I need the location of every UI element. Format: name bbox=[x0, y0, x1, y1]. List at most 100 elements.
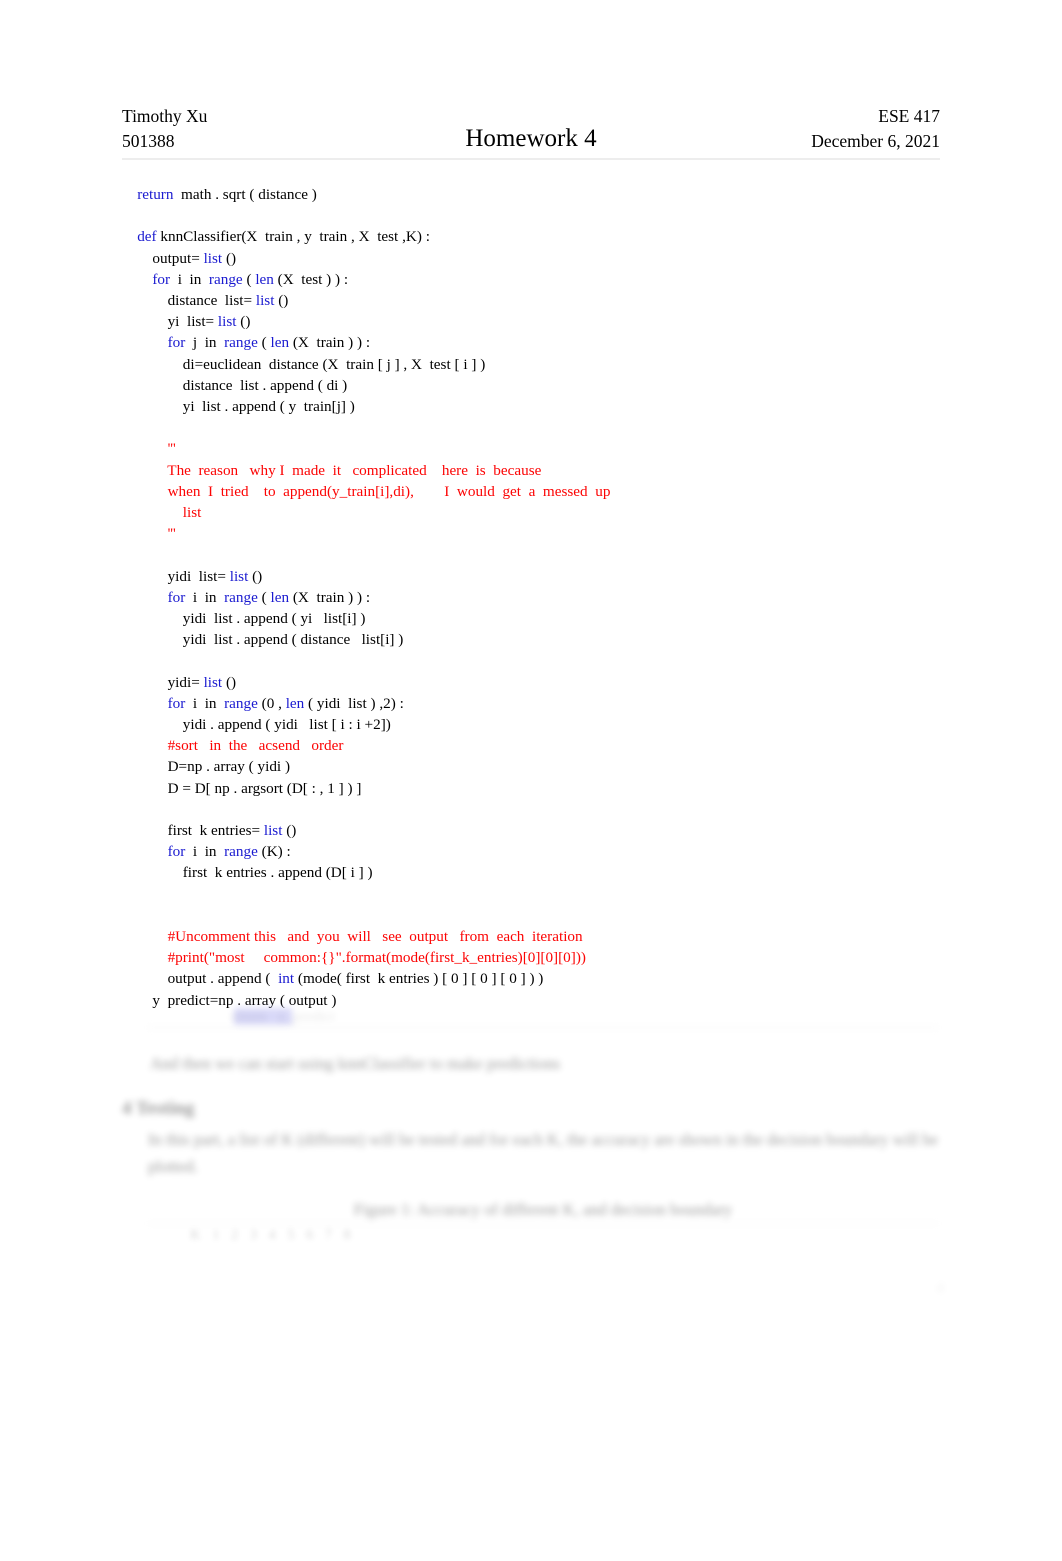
code-token-kw: for bbox=[167, 588, 186, 606]
code-token-plain: yidi list= bbox=[167, 567, 230, 585]
code-token-kw: range bbox=[224, 588, 258, 606]
code-line: ''' bbox=[122, 523, 942, 544]
code-line: when I tried to append(y_train[i],di), I… bbox=[122, 481, 942, 502]
code-line: output . append ( int (mode( first k ent… bbox=[122, 968, 942, 989]
code-token-cm: list bbox=[182, 504, 202, 522]
obscured-body-text: In this part, a list of K (different) wi… bbox=[148, 1130, 938, 1176]
code-token-plain: output= bbox=[152, 249, 204, 267]
code-token-plain: i in bbox=[185, 588, 225, 606]
code-token-plain: di=euclidean distance (X train [ j ] , X… bbox=[182, 355, 486, 373]
code-token-cm: ''' bbox=[167, 440, 176, 458]
code-token-plain: D = D[ np . argsort (D[ : , 1 ] ) ] bbox=[167, 779, 362, 797]
code-token-kw: len bbox=[270, 588, 290, 606]
obscured-rule-top bbox=[148, 1026, 938, 1029]
code-token-plain: () bbox=[236, 313, 251, 331]
code-line: for i in range (K) : bbox=[122, 841, 942, 862]
code-token-plain: ( bbox=[257, 334, 271, 352]
code-line: distance list . append ( di ) bbox=[122, 375, 942, 396]
code-token-plain: () bbox=[222, 673, 237, 691]
code-token-plain: yi list= bbox=[167, 313, 218, 331]
code-token-plain: yidi= bbox=[167, 673, 204, 691]
code-token-kw: len bbox=[255, 270, 274, 288]
code-token-kw: range bbox=[224, 694, 258, 712]
code-token-cm: ''' bbox=[167, 525, 176, 543]
code-token-plain: j in bbox=[185, 334, 225, 352]
code-token-cm: #print("most common:{}".format(mode(firs… bbox=[167, 949, 586, 967]
obscured-section-heading: 4 Testing bbox=[122, 1098, 195, 1119]
code-token-plain: ( yidi list ) ,2) : bbox=[304, 694, 404, 712]
code-token-plain: ( bbox=[242, 270, 256, 288]
code-listing: return math . sqrt ( distance ) def knnC… bbox=[122, 184, 942, 1011]
code-line: #print("most common:{}".format(mode(firs… bbox=[122, 947, 942, 968]
code-token-plain: (X test ) ) : bbox=[273, 270, 349, 288]
code-token-plain: distance list . append ( di ) bbox=[182, 376, 348, 394]
code-token-plain: yi list . append ( y train[j] ) bbox=[182, 398, 355, 416]
code-line: yidi list= list () bbox=[122, 566, 942, 587]
code-line: yidi= list () bbox=[122, 672, 942, 693]
code-token-plain: output . append ( bbox=[167, 970, 279, 988]
code-token-kw: for bbox=[167, 843, 186, 861]
code-token-plain: first k entries . append (D[ i ] ) bbox=[182, 864, 373, 882]
header-right-block: ESE 417 December 6, 2021 bbox=[811, 104, 940, 154]
code-token-plain: (X train ) ) : bbox=[289, 588, 371, 606]
code-token-cm: The reason why I made it complicated her… bbox=[167, 461, 542, 479]
code-line: D=np . array ( yidi ) bbox=[122, 756, 942, 777]
obscured-table-row: K 1 2 3 4 5 6 7 8 bbox=[190, 1227, 351, 1243]
code-token-plain: ( bbox=[257, 588, 271, 606]
code-token-kw: list bbox=[255, 292, 275, 309]
code-token-kw: list bbox=[263, 822, 283, 840]
code-token-cm: #sort in the acsend order bbox=[167, 737, 344, 755]
code-token-plain: distance list= bbox=[167, 292, 256, 309]
code-line: def knnClassifier(X train , y train , X … bbox=[122, 226, 942, 247]
code-line: return math . sqrt ( distance ) bbox=[122, 184, 942, 205]
code-token-plain: (K) : bbox=[257, 843, 291, 861]
code-token-plain: () bbox=[248, 567, 263, 585]
code-token-plain: yidi list . append ( distance list[i] ) bbox=[182, 631, 404, 649]
code-line: for j in range ( len (X train ) ) : bbox=[122, 332, 942, 353]
code-line: ''' bbox=[122, 438, 942, 459]
obscured-figure-caption: Figure 1: Accuracy of different K, and d… bbox=[353, 1200, 733, 1219]
code-token-kw: list bbox=[229, 567, 249, 585]
code-line: distance list= list () bbox=[122, 290, 942, 311]
code-token-kw: def bbox=[137, 228, 157, 246]
code-line: yidi list . append ( distance list[i] ) bbox=[122, 629, 942, 650]
code-token-plain: D=np . array ( yidi ) bbox=[167, 758, 290, 776]
code-token-kw: list bbox=[203, 249, 223, 267]
code-line: yidi list . append ( yi list[i] ) bbox=[122, 608, 942, 629]
code-token-kw: for bbox=[167, 694, 186, 712]
obscured-paragraph: And then we can start using knnClassifie… bbox=[150, 1054, 561, 1073]
code-line: yidi . append ( yidi list [ i : i +2]) bbox=[122, 714, 942, 735]
code-token-plain: () bbox=[222, 249, 237, 267]
code-token-cm: when I tried to append(y_train[i],di), I… bbox=[167, 482, 611, 500]
code-token-kw: list bbox=[217, 313, 237, 331]
header-date: December 6, 2021 bbox=[811, 131, 940, 151]
code-token-kw: for bbox=[152, 270, 171, 288]
code-token-kw: list bbox=[203, 673, 223, 691]
code-token-plain: (X train ) ) : bbox=[289, 334, 371, 352]
header-rule bbox=[122, 158, 940, 160]
code-token-plain: first k entries= bbox=[167, 822, 264, 840]
code-line: first k entries . append (D[ i ] ) bbox=[122, 862, 942, 883]
code-token-plain: i in bbox=[185, 694, 225, 712]
code-token-kw: for bbox=[167, 334, 186, 352]
code-line: yi list . append ( y train[j] ) bbox=[122, 396, 942, 417]
code-line: for i in range ( len (X test ) ) : bbox=[122, 269, 942, 290]
document-page: Timothy Xu 501388 Homework 4 ESE 417 Dec… bbox=[0, 0, 1062, 1561]
header-course: ESE 417 bbox=[878, 106, 940, 126]
code-line: for i in range (0 , len ( yidi list ) ,2… bbox=[122, 693, 942, 714]
code-line: #Uncomment this and you will see output … bbox=[122, 926, 942, 947]
page-header: Timothy Xu 501388 Homework 4 ESE 417 Dec… bbox=[122, 104, 940, 156]
code-token-kw: len bbox=[270, 334, 290, 352]
code-token-plain: knnClassifier(X train , y train , X test… bbox=[156, 228, 430, 246]
code-line: for i in range ( len (X train ) ) : bbox=[122, 587, 942, 608]
code-token-kw: len bbox=[285, 694, 305, 712]
code-token-plain: i in bbox=[185, 843, 225, 861]
code-line: yi list= list () bbox=[122, 311, 942, 332]
